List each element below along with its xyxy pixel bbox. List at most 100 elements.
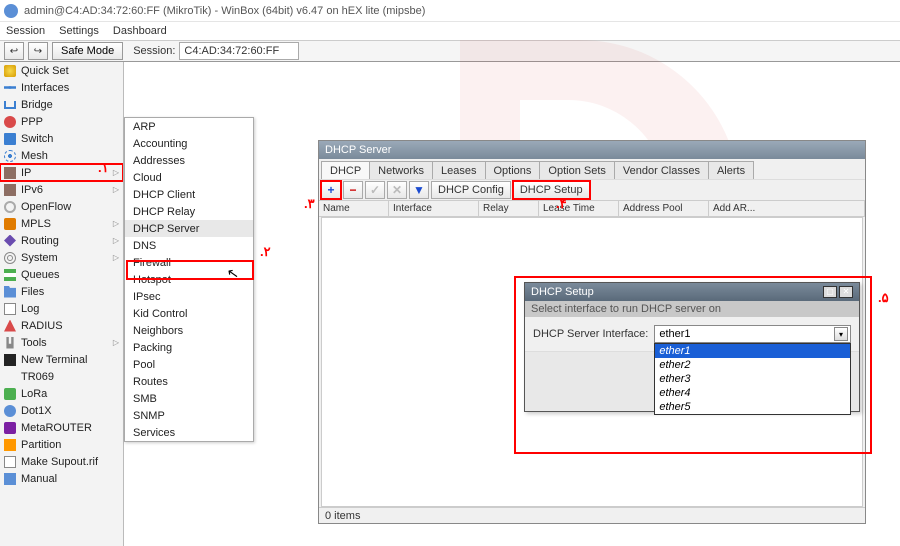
- sidebar-item-partition[interactable]: Partition: [0, 436, 123, 453]
- ic-system-icon: [4, 252, 16, 264]
- col-lease[interactable]: Lease Time: [539, 201, 619, 216]
- sidebar-label: IPv6: [21, 184, 43, 196]
- sidebar-item-routing[interactable]: Routing▷: [0, 232, 123, 249]
- col-addar[interactable]: Add AR...: [709, 201, 865, 216]
- sidebar-item-tr069[interactable]: TR069: [0, 368, 123, 385]
- sidebar-item-bridge[interactable]: Bridge: [0, 96, 123, 113]
- tab-alerts[interactable]: Alerts: [708, 161, 754, 179]
- add-button[interactable]: +: [321, 181, 341, 199]
- close-button[interactable]: ✕: [839, 286, 853, 298]
- anno-1: .۱: [98, 160, 109, 176]
- sidebar-item-ipv6[interactable]: IPv6▷: [0, 181, 123, 198]
- ic-supout-icon: [4, 456, 16, 468]
- sidebar-label: Switch: [21, 133, 53, 145]
- sidebar-label: IP: [21, 167, 31, 179]
- submenu-ipsec[interactable]: IPsec: [125, 288, 253, 305]
- session-field[interactable]: C4:AD:34:72:60:FF: [179, 42, 299, 60]
- submenu-firewall[interactable]: Firewall: [125, 254, 253, 271]
- submenu-dhcp-relay[interactable]: DHCP Relay: [125, 203, 253, 220]
- sidebar-item-mpls[interactable]: MPLS▷: [0, 215, 123, 232]
- submenu-routes[interactable]: Routes: [125, 373, 253, 390]
- dhcp-setup-button[interactable]: DHCP Setup: [513, 181, 590, 199]
- submenu-smb[interactable]: SMB: [125, 390, 253, 407]
- sidebar-item-new-terminal[interactable]: New Terminal: [0, 351, 123, 368]
- sidebar-item-log[interactable]: Log: [0, 300, 123, 317]
- sidebar-item-openflow[interactable]: OpenFlow: [0, 198, 123, 215]
- ic-ipv6-icon: [4, 184, 16, 196]
- window-title: admin@C4:AD:34:72:60:FF (MikroTik) - Win…: [24, 5, 425, 17]
- option-ether3[interactable]: ether3: [655, 372, 850, 386]
- disable-button[interactable]: ✕: [387, 181, 407, 199]
- submenu-packing[interactable]: Packing: [125, 339, 253, 356]
- sidebar-label: Interfaces: [21, 82, 69, 94]
- sidebar-item-quick-set[interactable]: Quick Set: [0, 62, 123, 79]
- sidebar-label: MPLS: [21, 218, 51, 230]
- sidebar-item-make-supout.rif[interactable]: Make Supout.rif: [0, 453, 123, 470]
- back-button[interactable]: ↩: [4, 42, 24, 60]
- option-ether2[interactable]: ether2: [655, 358, 850, 372]
- option-ether5[interactable]: ether5: [655, 400, 850, 414]
- submenu-dns[interactable]: DNS: [125, 237, 253, 254]
- interface-combo[interactable]: ether1 ▾ ether1ether2ether3ether4ether5: [654, 325, 851, 343]
- status-bar: 0 items: [319, 507, 865, 523]
- enable-button[interactable]: ✓: [365, 181, 385, 199]
- submenu-snmp[interactable]: SNMP: [125, 407, 253, 424]
- menu-session[interactable]: Session: [6, 25, 45, 37]
- expand-icon: ▷: [113, 253, 119, 262]
- col-interface[interactable]: Interface: [389, 201, 479, 216]
- sidebar-item-files[interactable]: Files: [0, 283, 123, 300]
- tab-dhcp[interactable]: DHCP: [321, 161, 370, 179]
- ic-radius-icon: [4, 320, 16, 332]
- tab-leases[interactable]: Leases: [432, 161, 485, 179]
- sidebar-item-system[interactable]: System▷: [0, 249, 123, 266]
- submenu-pool[interactable]: Pool: [125, 356, 253, 373]
- dhcp-window-title[interactable]: DHCP Server: [319, 141, 865, 159]
- remove-button[interactable]: −: [343, 181, 363, 199]
- submenu-dhcp-client[interactable]: DHCP Client: [125, 186, 253, 203]
- sidebar-item-dot1x[interactable]: Dot1X: [0, 402, 123, 419]
- sidebar-label: Queues: [21, 269, 60, 281]
- sidebar-item-manual[interactable]: Manual: [0, 470, 123, 487]
- menu-dashboard[interactable]: Dashboard: [113, 25, 167, 37]
- ic-part-icon: [4, 439, 16, 451]
- sidebar-label: MetaROUTER: [21, 422, 92, 434]
- combo-arrow-icon[interactable]: ▾: [834, 327, 848, 341]
- col-relay[interactable]: Relay: [479, 201, 539, 216]
- option-ether4[interactable]: ether4: [655, 386, 850, 400]
- sidebar-item-interfaces[interactable]: Interfaces: [0, 79, 123, 96]
- submenu-arp[interactable]: ARP: [125, 118, 253, 135]
- sidebar-item-switch[interactable]: Switch: [0, 130, 123, 147]
- tab-options[interactable]: Options: [485, 161, 541, 179]
- submenu-dhcp-server[interactable]: DHCP Server: [125, 220, 253, 237]
- interface-label: DHCP Server Interface:: [533, 328, 648, 340]
- sidebar-item-lora[interactable]: LoRa: [0, 385, 123, 402]
- minimize-button[interactable]: ▢: [823, 286, 837, 298]
- submenu-services[interactable]: Services: [125, 424, 253, 441]
- sidebar-item-metarouter[interactable]: MetaROUTER: [0, 419, 123, 436]
- sidebar-label: Log: [21, 303, 39, 315]
- forward-button[interactable]: ↪: [28, 42, 48, 60]
- submenu-addresses[interactable]: Addresses: [125, 152, 253, 169]
- filter-button[interactable]: ▼: [409, 181, 429, 199]
- submenu-neighbors[interactable]: Neighbors: [125, 322, 253, 339]
- dhcp-config-button[interactable]: DHCP Config: [431, 181, 511, 199]
- safe-mode-button[interactable]: Safe Mode: [52, 42, 123, 60]
- setup-title[interactable]: DHCP Setup ▢ ✕: [525, 283, 859, 301]
- col-pool[interactable]: Address Pool: [619, 201, 709, 216]
- sidebar-label: OpenFlow: [21, 201, 71, 213]
- sidebar-item-tools[interactable]: Tools▷: [0, 334, 123, 351]
- tab-vendor-classes[interactable]: Vendor Classes: [614, 161, 709, 179]
- submenu-hotspot[interactable]: Hotspot: [125, 271, 253, 288]
- sidebar-item-radius[interactable]: RADIUS: [0, 317, 123, 334]
- option-ether1[interactable]: ether1: [655, 344, 850, 358]
- tab-networks[interactable]: Networks: [369, 161, 433, 179]
- sidebar-item-ppp[interactable]: PPP: [0, 113, 123, 130]
- menu-settings[interactable]: Settings: [59, 25, 99, 37]
- sidebar-label: Make Supout.rif: [21, 456, 98, 468]
- col-name[interactable]: Name: [319, 201, 389, 216]
- submenu-cloud[interactable]: Cloud: [125, 169, 253, 186]
- tab-option-sets[interactable]: Option Sets: [539, 161, 614, 179]
- sidebar-item-queues[interactable]: Queues: [0, 266, 123, 283]
- submenu-accounting[interactable]: Accounting: [125, 135, 253, 152]
- submenu-kid-control[interactable]: Kid Control: [125, 305, 253, 322]
